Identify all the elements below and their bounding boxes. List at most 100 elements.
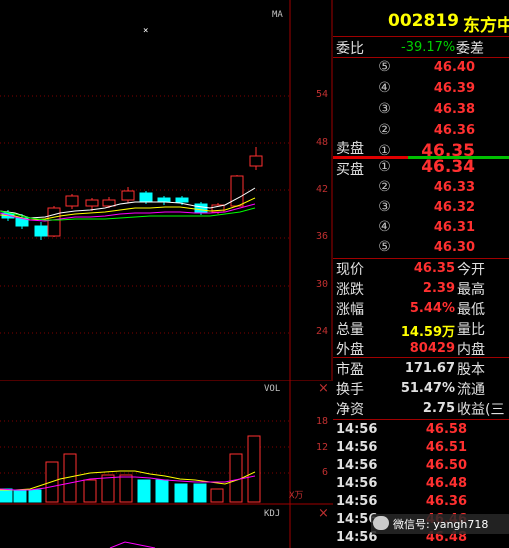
vol-close-icon[interactable]: × bbox=[318, 381, 329, 396]
buy-price: 46.31 bbox=[433, 220, 475, 235]
vol-indicator-label: VOL bbox=[264, 384, 281, 394]
stock-header: 002819 东方中 bbox=[333, 0, 509, 36]
candle-body bbox=[85, 199, 99, 207]
buy-price: 46.32 bbox=[433, 200, 475, 215]
volume-bar bbox=[101, 474, 115, 503]
stat-value: 51.47% bbox=[400, 381, 455, 396]
stat-label: 净资 bbox=[336, 402, 364, 418]
watermark-text: 微信号: yangh718 bbox=[393, 518, 489, 531]
volume-bar bbox=[83, 479, 97, 503]
tick-row: 14:56 46.58 bbox=[333, 421, 509, 439]
candle-body bbox=[175, 197, 189, 203]
stat-label: 市盈 bbox=[336, 362, 364, 378]
stat-label: 外盘 bbox=[336, 342, 364, 358]
stat-label: 涨幅 bbox=[336, 302, 364, 318]
stat-label-right: 股本 bbox=[457, 362, 485, 378]
weicha-label: 委差 bbox=[456, 41, 484, 57]
quote-panel: 002819 东方中 委比 -39.17% 委差 ⑤ 46.40 ④ 46.39 ③ 46… bbox=[333, 0, 509, 548]
stat-value: 171.67 bbox=[404, 361, 455, 376]
kdj-chart bbox=[109, 505, 291, 548]
stat-row: 涨跌 2.39 最高 bbox=[333, 279, 509, 299]
stat-label-right: 今开 bbox=[457, 262, 485, 278]
tick-row: 14:56 46.51 bbox=[333, 439, 509, 457]
weibi-value: -39.17% bbox=[401, 40, 456, 55]
sell-price: 46.40 bbox=[433, 60, 475, 75]
buy-level-row[interactable]: ④ 46.31 bbox=[333, 218, 509, 237]
sell-price: 46.39 bbox=[433, 81, 475, 96]
stat-label: 换手 bbox=[336, 382, 364, 398]
weibi-label: 委比 bbox=[336, 41, 364, 57]
tick-row: 14:56 46.48 bbox=[333, 475, 509, 493]
y-label: 42 bbox=[316, 184, 329, 195]
buy-level-row[interactable]: ① 46.34 bbox=[333, 157, 509, 177]
stat-label-right: 最低 bbox=[457, 302, 485, 318]
stat-row: 净资 2.75 收益(三 bbox=[333, 399, 509, 419]
sell-level-row[interactable]: ④ 46.39 bbox=[333, 79, 509, 98]
y-label: 24 bbox=[316, 326, 329, 337]
candle-body bbox=[139, 192, 153, 203]
y-label: 48 bbox=[316, 137, 329, 148]
buy-price: 46.33 bbox=[433, 180, 475, 195]
tick-time: 14:56 bbox=[336, 422, 378, 437]
ma-indicator-label: MA bbox=[272, 10, 283, 20]
tick-price: 46.58 bbox=[425, 422, 467, 437]
stock-code: 002819 bbox=[388, 11, 459, 31]
volume-bar bbox=[193, 483, 207, 503]
kdj-chart-panel[interactable]: KDJ × bbox=[0, 505, 333, 548]
stat-row: 总量 14.59万 量比 bbox=[333, 319, 509, 340]
candle-body bbox=[121, 190, 135, 201]
buy-level-row[interactable]: ③ 46.32 bbox=[333, 198, 509, 217]
stat-value: 80429 bbox=[409, 341, 455, 356]
buy-level-row[interactable]: ② 46.33 bbox=[333, 178, 509, 197]
stat-label-right: 流通 bbox=[457, 382, 485, 398]
stat-label-right: 量比 bbox=[457, 322, 485, 338]
level-index-icon: ④ bbox=[378, 80, 391, 96]
wechat-icon bbox=[373, 516, 389, 530]
volume-bar bbox=[28, 489, 42, 503]
tick-price: 46.51 bbox=[425, 440, 467, 455]
stat-value: 46.35 bbox=[413, 261, 455, 276]
volume-bar bbox=[174, 483, 188, 503]
buy-price: 46.34 bbox=[421, 157, 475, 177]
kdj-indicator-label: KDJ bbox=[264, 509, 281, 519]
stat-row: 外盘 80429 内盘 bbox=[333, 339, 509, 359]
candle-body bbox=[102, 199, 116, 207]
kline-chart bbox=[0, 0, 333, 380]
level-index-icon: ① bbox=[378, 159, 391, 175]
wechat-watermark: 微信号: yangh718 bbox=[371, 514, 509, 534]
kdj-close-icon[interactable]: × bbox=[318, 506, 329, 521]
volume-chart-panel[interactable]: VOL × 18 12 6 X万 bbox=[0, 380, 333, 505]
tick-time: 14:56 bbox=[336, 440, 378, 455]
level-index-icon: ③ bbox=[378, 199, 391, 215]
y-label: 30 bbox=[316, 279, 329, 290]
stat-value: 2.75 bbox=[422, 401, 455, 416]
tick-time: 14:56 bbox=[336, 494, 378, 509]
y-label: 54 bbox=[316, 89, 329, 100]
buy-level-row[interactable]: ⑤ 46.30 bbox=[333, 238, 509, 257]
stat-label: 总量 bbox=[336, 322, 364, 338]
stat-value: 5.44% bbox=[409, 301, 455, 316]
volume-bar bbox=[229, 453, 243, 503]
vol-y-label: 18 bbox=[316, 416, 329, 427]
tick-row: 14:56 46.50 bbox=[333, 457, 509, 475]
stat-row: 市盈 171.67 股本 bbox=[333, 359, 509, 379]
volume-bar bbox=[13, 489, 27, 503]
main-chart-panel[interactable]: MA × 54 48 42 36 30 24 bbox=[0, 0, 333, 380]
candle-body bbox=[34, 225, 48, 237]
stat-row: 涨幅 5.44% 最低 bbox=[333, 299, 509, 319]
sell-level-row[interactable]: ⑤ 46.40 bbox=[333, 58, 509, 77]
sell-level-row[interactable]: ③ 46.38 bbox=[333, 100, 509, 119]
candle-body bbox=[47, 207, 61, 237]
candle-body bbox=[157, 197, 171, 203]
stat-label-right: 最高 bbox=[457, 282, 485, 298]
candle-body bbox=[65, 195, 79, 207]
stock-name: 东方中 bbox=[463, 16, 509, 36]
volume-bar bbox=[247, 435, 261, 503]
stat-label: 涨跌 bbox=[336, 282, 364, 298]
buy-price: 46.30 bbox=[433, 240, 475, 255]
candle-body bbox=[230, 175, 244, 207]
level-index-icon: ③ bbox=[378, 101, 391, 117]
stat-value: 2.39 bbox=[422, 281, 455, 296]
tick-price: 46.50 bbox=[425, 458, 467, 473]
vol-y-label: 12 bbox=[316, 442, 329, 453]
